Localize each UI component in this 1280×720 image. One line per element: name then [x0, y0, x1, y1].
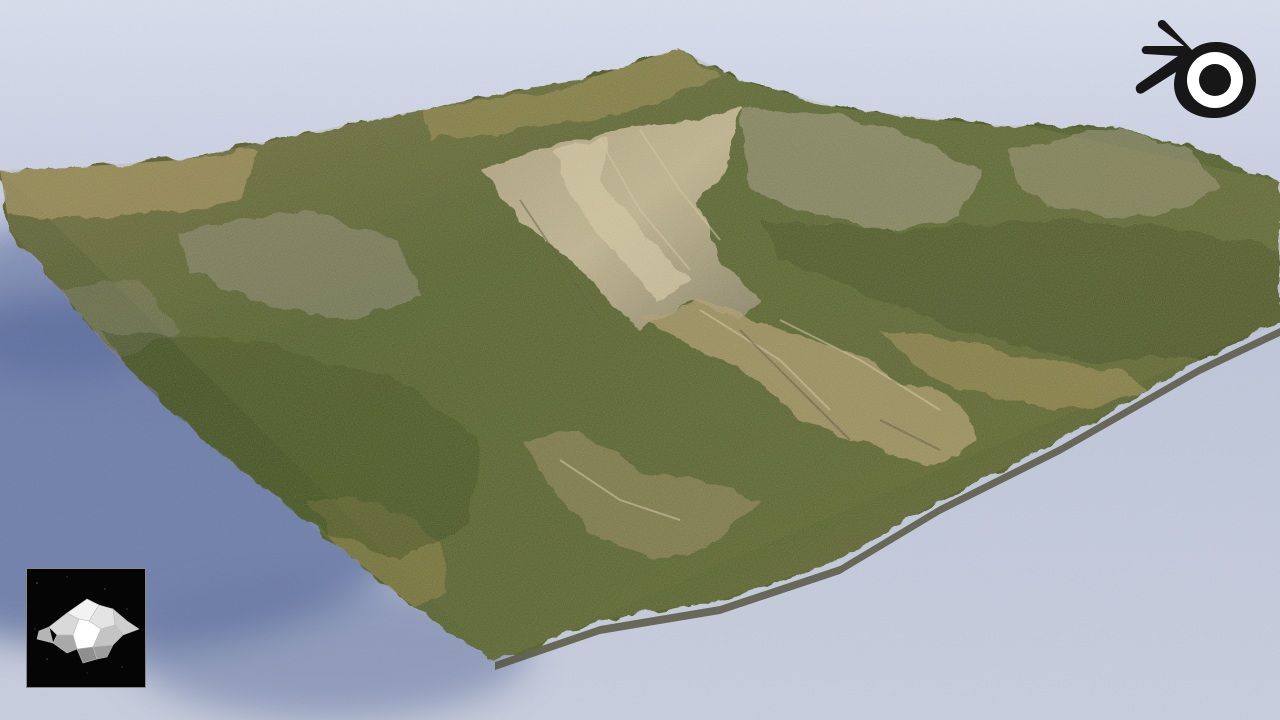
lowpoly-rock-icon: [27, 569, 145, 687]
render-viewport: [0, 0, 1280, 720]
terrain-scene: [0, 0, 1280, 720]
blender-logo-icon: [1132, 14, 1264, 122]
asset-thumbnail: [26, 568, 146, 688]
